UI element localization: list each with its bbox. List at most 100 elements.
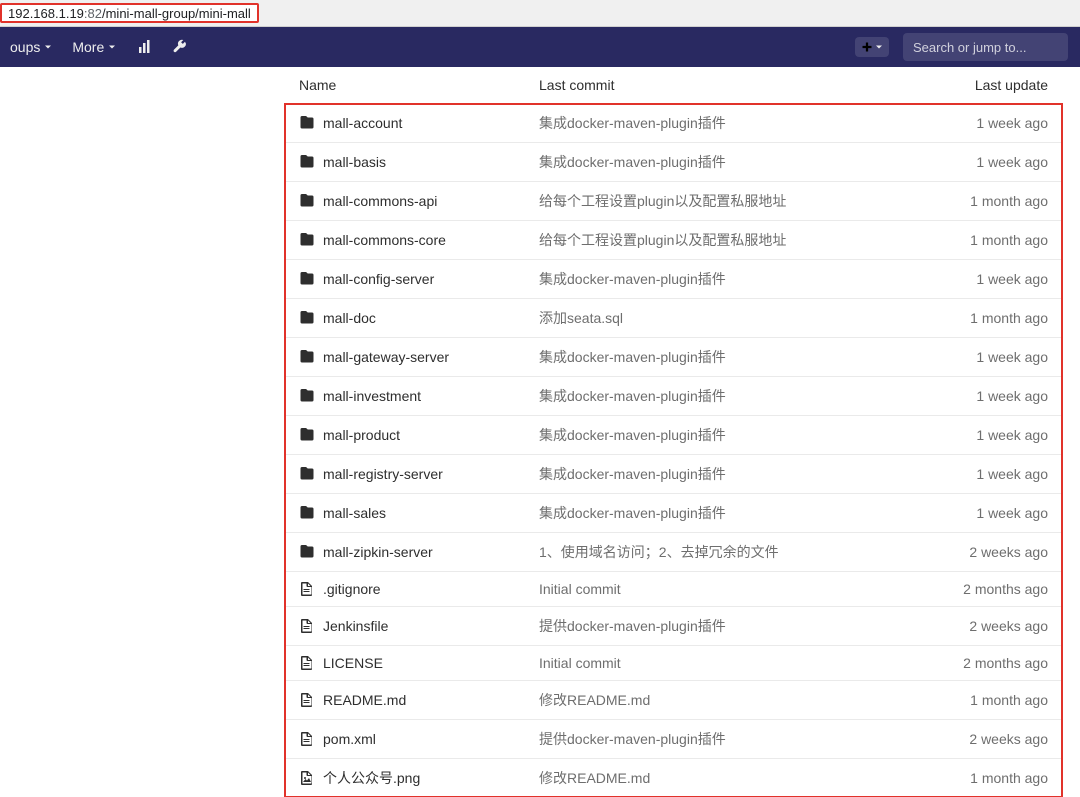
nav-groups-dropdown[interactable]: oups bbox=[0, 27, 62, 67]
file-name-link[interactable]: mall-basis bbox=[299, 154, 511, 170]
file-name-link[interactable]: LICENSE bbox=[299, 655, 511, 671]
commit-message-link[interactable]: 集成docker-maven-plugin插件 bbox=[539, 271, 726, 287]
commit-message-link[interactable]: 给每个工程设置plugin以及配置私服地址 bbox=[539, 232, 786, 248]
table-row: mall-doc 添加seata.sql 1 month ago bbox=[285, 299, 1062, 338]
file-name-link[interactable]: mall-account bbox=[299, 115, 511, 131]
commit-message-link[interactable]: 给每个工程设置plugin以及配置私服地址 bbox=[539, 193, 786, 209]
nav-more-dropdown[interactable]: More bbox=[62, 27, 126, 67]
file-name-label: mall-account bbox=[323, 115, 402, 131]
table-row: mall-gateway-server 集成docker-maven-plugin… bbox=[285, 338, 1062, 377]
commit-message-link[interactable]: 集成docker-maven-plugin插件 bbox=[539, 466, 726, 482]
top-navbar: oups More bbox=[0, 27, 1080, 67]
folder-icon bbox=[299, 427, 315, 443]
commit-message-link[interactable]: 添加seata.sql bbox=[539, 310, 623, 326]
address-path: /mini-mall-group/mini-mall bbox=[102, 6, 251, 21]
file-name-label: mall-zipkin-server bbox=[323, 544, 433, 560]
folder-icon bbox=[299, 232, 315, 248]
file-name-label: LICENSE bbox=[323, 655, 383, 671]
file-name-link[interactable]: mall-zipkin-server bbox=[299, 544, 511, 560]
table-row: mall-registry-server 集成docker-maven-plugi… bbox=[285, 455, 1062, 494]
last-update-label: 1 month ago bbox=[906, 299, 1062, 338]
table-row: mall-investment 集成docker-maven-plugin插件 1 … bbox=[285, 377, 1062, 416]
file-name-link[interactable]: mall-commons-core bbox=[299, 232, 511, 248]
file-name-link[interactable]: README.md bbox=[299, 692, 511, 708]
last-update-label: 1 month ago bbox=[906, 759, 1062, 797]
nav-admin-button[interactable] bbox=[162, 27, 198, 67]
file-name-label: Jenkinsfile bbox=[323, 618, 388, 634]
commit-message-link[interactable]: 集成docker-maven-plugin插件 bbox=[539, 154, 726, 170]
file-name-link[interactable]: Jenkinsfile bbox=[299, 618, 511, 634]
table-row: mall-account 集成docker-maven-plugin插件 1 wee… bbox=[285, 104, 1062, 143]
commit-message-link[interactable]: 1、使用域名访问；2、去掉冗余的文件 bbox=[539, 544, 779, 560]
address-bar[interactable]: 192.168.1.19:82/mini-mall-group/mini-mal… bbox=[0, 3, 259, 23]
commit-message-link[interactable]: 提供docker-maven-plugin插件 bbox=[539, 618, 726, 634]
commit-message-link[interactable]: 集成docker-maven-plugin插件 bbox=[539, 427, 726, 443]
file-icon bbox=[299, 731, 315, 747]
commit-message-link[interactable]: 集成docker-maven-plugin插件 bbox=[539, 505, 726, 521]
file-name-link[interactable]: mall-config-server bbox=[299, 271, 511, 287]
folder-icon bbox=[299, 466, 315, 482]
last-update-label: 2 weeks ago bbox=[906, 607, 1062, 646]
commit-message-link[interactable]: 提供docker-maven-plugin插件 bbox=[539, 731, 726, 747]
file-name-link[interactable]: mall-doc bbox=[299, 310, 511, 326]
file-name-link[interactable]: mall-investment bbox=[299, 388, 511, 404]
table-row: LICENSEInitial commit2 months ago bbox=[285, 646, 1062, 681]
file-name-label: mall-doc bbox=[323, 310, 376, 326]
col-header-update: Last update bbox=[906, 67, 1062, 104]
chart-bar-icon bbox=[136, 39, 152, 55]
file-name-link[interactable]: .gitignore bbox=[299, 581, 511, 597]
folder-icon bbox=[299, 193, 315, 209]
file-name-link[interactable]: mall-sales bbox=[299, 505, 511, 521]
file-name-label: mall-product bbox=[323, 427, 400, 443]
folder-icon bbox=[299, 544, 315, 560]
table-row: mall-sales集成docker-maven-plugin插件1 week … bbox=[285, 494, 1062, 533]
address-port: :82 bbox=[84, 6, 102, 21]
folder-icon bbox=[299, 349, 315, 365]
sidebar-placeholder bbox=[0, 67, 285, 797]
folder-icon bbox=[299, 505, 315, 521]
last-update-label: 1 week ago bbox=[906, 455, 1062, 494]
folder-icon bbox=[299, 310, 315, 326]
nav-search[interactable] bbox=[903, 33, 1068, 61]
file-name-label: mall-config-server bbox=[323, 271, 434, 287]
file-name-link[interactable]: mall-registry-server bbox=[299, 466, 511, 482]
nav-new-dropdown[interactable] bbox=[855, 37, 889, 57]
file-name-label: mall-sales bbox=[323, 505, 386, 521]
table-row: mall-basis 集成docker-maven-plugin插件 1 week … bbox=[285, 143, 1062, 182]
table-row: 个人公众号.png 修改README.md 1 month ago bbox=[285, 759, 1062, 797]
last-update-label: 1 month ago bbox=[906, 681, 1062, 720]
file-name-link[interactable]: mall-product bbox=[299, 427, 511, 443]
file-name-link[interactable]: 个人公众号.png bbox=[299, 768, 511, 788]
last-update-label: 2 weeks ago bbox=[906, 533, 1062, 572]
commit-message-link[interactable]: Initial commit bbox=[539, 655, 621, 671]
file-icon bbox=[299, 581, 315, 597]
commit-message-link[interactable]: 修改README.md bbox=[539, 770, 650, 786]
commit-message-link[interactable]: 集成docker-maven-plugin插件 bbox=[539, 115, 726, 131]
table-row: mall-commons-core 给每个工程设置plugin以及配置私服地址 1 … bbox=[285, 221, 1062, 260]
file-name-link[interactable]: mall-gateway-server bbox=[299, 349, 511, 365]
last-update-label: 1 week ago bbox=[906, 260, 1062, 299]
last-update-label: 1 week ago bbox=[906, 143, 1062, 182]
table-row: mall-commons-api给每个工程设置plugin以及配置私服地址1 m… bbox=[285, 182, 1062, 221]
table-row: Jenkinsfile 提供docker-maven-plugin插件 2 week… bbox=[285, 607, 1062, 646]
nav-activity-button[interactable] bbox=[126, 27, 162, 67]
commit-message-link[interactable]: Initial commit bbox=[539, 581, 621, 597]
commit-message-link[interactable]: 集成docker-maven-plugin插件 bbox=[539, 349, 726, 365]
file-name-label: mall-commons-api bbox=[323, 193, 437, 209]
file-name-link[interactable]: pom.xml bbox=[299, 731, 511, 747]
plus-icon bbox=[861, 41, 873, 53]
folder-icon bbox=[299, 271, 315, 287]
table-row: mall-product集成docker-maven-plugin插件1 wee… bbox=[285, 416, 1062, 455]
last-update-label: 1 month ago bbox=[906, 221, 1062, 260]
file-name-label: 个人公众号.png bbox=[323, 768, 420, 788]
search-input[interactable] bbox=[913, 40, 1058, 55]
file-name-link[interactable]: mall-commons-api bbox=[299, 193, 511, 209]
file-name-label: mall-basis bbox=[323, 154, 386, 170]
chevron-down-icon bbox=[44, 43, 52, 51]
commit-message-link[interactable]: 集成docker-maven-plugin插件 bbox=[539, 388, 726, 404]
folder-icon bbox=[299, 388, 315, 404]
file-icon bbox=[299, 618, 315, 634]
last-update-label: 1 week ago bbox=[906, 377, 1062, 416]
commit-message-link[interactable]: 修改README.md bbox=[539, 692, 650, 708]
last-update-label: 1 week ago bbox=[906, 104, 1062, 143]
